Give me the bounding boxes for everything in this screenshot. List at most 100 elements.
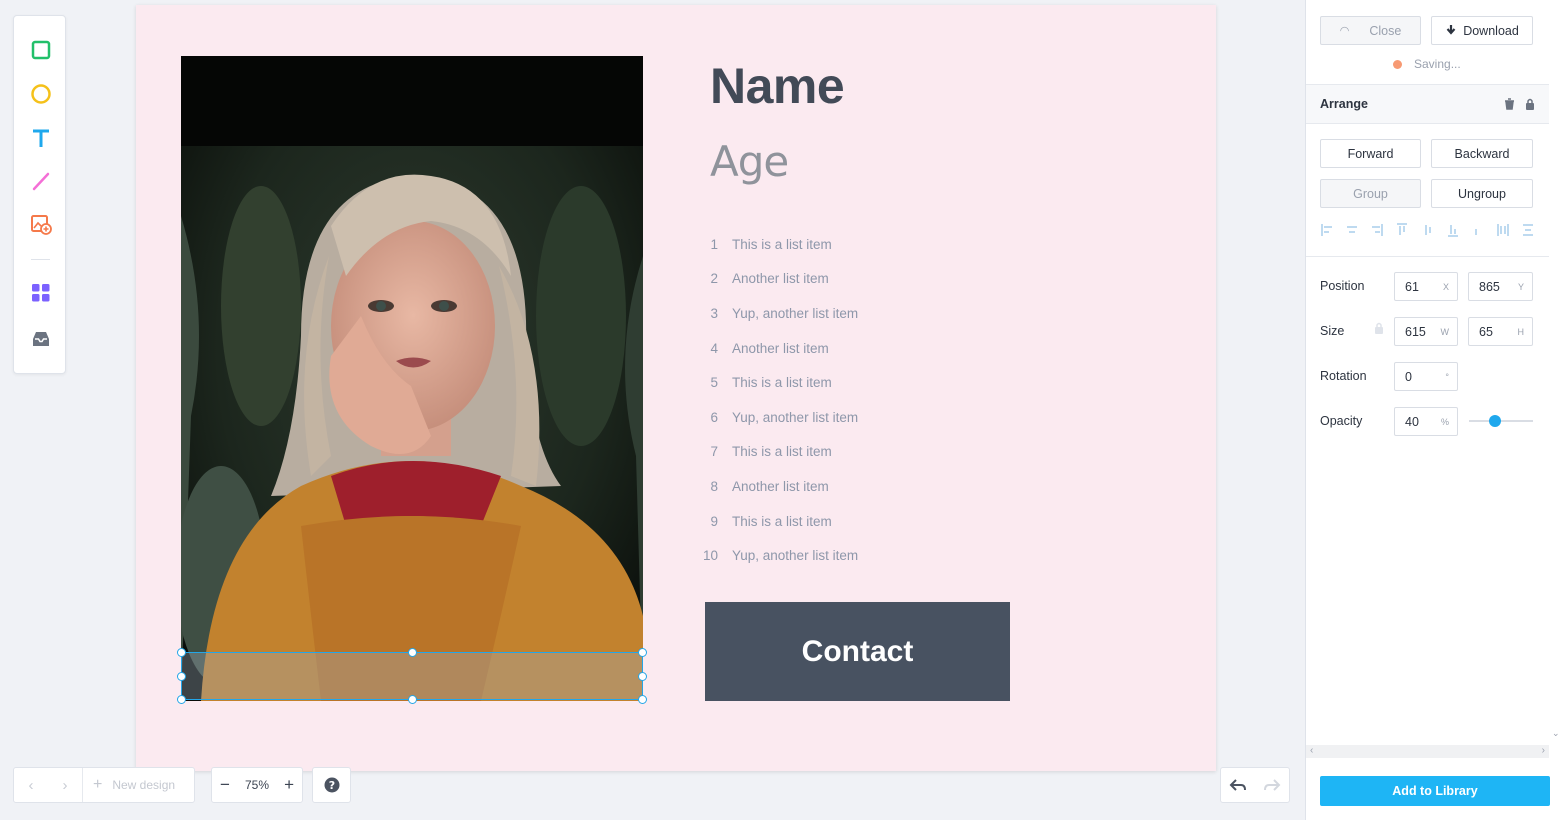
resize-handle-left[interactable]: [177, 672, 186, 681]
resize-handle-top[interactable]: [408, 648, 417, 657]
zoom-level: 75%: [244, 778, 270, 792]
new-design-label: New design: [112, 778, 176, 792]
list-item-number: 6: [710, 409, 718, 425]
download-button[interactable]: Download: [1431, 16, 1533, 45]
scroll-left-icon[interactable]: ‹: [1310, 745, 1313, 756]
position-x-value: 61: [1405, 279, 1419, 294]
resize-handle-bottom-left[interactable]: [177, 695, 186, 704]
list-item: 1 This is a list item: [696, 227, 956, 262]
resize-handle-top-left[interactable]: [177, 648, 186, 657]
rotation-value: 0: [1405, 369, 1412, 384]
list-item-number: 2: [710, 271, 718, 287]
design-canvas[interactable]: Name Age 1 This is a list item 2 Another li…: [136, 5, 1216, 771]
list-item: 8 Another list item: [696, 469, 956, 504]
panel-vertical-scrollbar[interactable]: ⌄: [1549, 0, 1563, 745]
list-item-text: Yup, another list item: [732, 548, 859, 564]
list-item: 7 This is a list item: [696, 435, 956, 470]
design-nav: ‹ › + New design: [13, 767, 195, 803]
list-item-text: This is a list item: [732, 444, 832, 460]
name-heading[interactable]: Name: [710, 57, 845, 115]
size-height-field[interactable]: 65 H: [1468, 317, 1533, 346]
portrait-photo[interactable]: [181, 56, 643, 701]
align-middle-icon[interactable]: [1421, 222, 1435, 238]
help-button[interactable]: ?: [312, 767, 351, 803]
align-top-icon[interactable]: [1395, 222, 1409, 238]
position-y-field[interactable]: 865 Y: [1468, 272, 1533, 301]
add-to-library-button[interactable]: Add to Library: [1320, 776, 1550, 806]
line-tool[interactable]: [14, 161, 67, 201]
saving-status: Saving...: [1393, 57, 1461, 71]
age-heading[interactable]: Age: [710, 137, 789, 186]
next-design-button[interactable]: ›: [48, 768, 82, 802]
lock-icon[interactable]: [1525, 98, 1535, 110]
selected-rectangle[interactable]: [177, 648, 647, 704]
list-item: 9 This is a list item: [696, 504, 956, 539]
zoom-out-button[interactable]: −: [220, 775, 230, 795]
rectangle-tool[interactable]: [14, 30, 67, 70]
scroll-down-icon[interactable]: ⌄: [1552, 728, 1560, 739]
forward-button[interactable]: Forward: [1320, 139, 1421, 168]
align-left-icon[interactable]: [1320, 222, 1334, 238]
circle-tool[interactable]: [14, 74, 67, 114]
close-label: Close: [1369, 23, 1402, 38]
opacity-slider-knob[interactable]: [1488, 415, 1501, 427]
resize-handle-bottom[interactable]: [408, 695, 417, 704]
list-item-number: 8: [710, 478, 718, 494]
scroll-right-icon[interactable]: ›: [1542, 745, 1545, 756]
list-item: 10 Yup, another list item: [696, 538, 956, 573]
list-item: 5 This is a list item: [696, 365, 956, 400]
new-design-button[interactable]: + New design: [83, 776, 175, 794]
previous-design-button[interactable]: ‹: [14, 768, 48, 802]
rotation-label: Rotation: [1320, 369, 1367, 383]
image-upload-icon: [30, 215, 52, 235]
list-item-text: Another list item: [732, 340, 829, 356]
panel-horizontal-scrollbar[interactable]: ‹ ›: [1306, 745, 1549, 758]
zoom-control: − 75% +: [211, 767, 303, 803]
list-item-number: 9: [710, 513, 718, 529]
resize-handle-top-right[interactable]: [638, 648, 647, 657]
rotation-unit: °: [1445, 371, 1449, 382]
position-label: Position: [1320, 279, 1365, 293]
align-right-icon[interactable]: [1370, 222, 1384, 238]
library-tool[interactable]: [14, 319, 67, 359]
position-x-field[interactable]: 61 X: [1394, 272, 1458, 301]
contact-button[interactable]: Contact: [705, 602, 1010, 701]
saving-label: Saving...: [1414, 57, 1461, 71]
distribute-horizontal-icon[interactable]: [1496, 222, 1510, 238]
zoom-in-button[interactable]: +: [284, 775, 294, 795]
opacity-field[interactable]: 40 %: [1394, 407, 1458, 436]
group-button[interactable]: Group: [1320, 179, 1421, 208]
list-item-text: Yup, another list item: [732, 305, 859, 321]
svg-text:?: ?: [328, 779, 334, 792]
arrange-header: Arrange: [1306, 84, 1549, 124]
resize-handle-bottom-right[interactable]: [638, 695, 647, 704]
close-button[interactable]: ◠ Close: [1320, 16, 1421, 45]
opacity-slider[interactable]: [1469, 415, 1533, 427]
align-bottom-icon[interactable]: [1446, 222, 1460, 238]
elements-tool[interactable]: [14, 273, 67, 313]
trash-icon[interactable]: [1504, 98, 1515, 110]
inbox-icon: [32, 332, 49, 346]
panel-divider: [1306, 256, 1549, 257]
distribute-vertical-icon[interactable]: [1471, 222, 1485, 238]
aspect-lock-icon[interactable]: [1374, 322, 1384, 334]
undo-icon[interactable]: [1229, 778, 1247, 792]
align-center-icon[interactable]: [1345, 222, 1359, 238]
chevron-right-icon: ›: [62, 776, 68, 794]
ungroup-button[interactable]: Ungroup: [1431, 179, 1533, 208]
redo-icon[interactable]: [1263, 778, 1281, 792]
resize-handle-right[interactable]: [638, 672, 647, 681]
text-tool[interactable]: [14, 118, 67, 158]
image-upload-tool[interactable]: [14, 204, 67, 244]
backward-button[interactable]: Backward: [1431, 139, 1533, 168]
plus-icon: +: [93, 776, 103, 793]
size-label: Size: [1320, 324, 1345, 338]
distribute-spacing-icon[interactable]: [1521, 222, 1535, 238]
status-dot-icon: [1393, 59, 1402, 69]
size-width-field[interactable]: 615 W: [1394, 317, 1458, 346]
alignment-tools: [1320, 222, 1535, 238]
list-item-text: This is a list item: [732, 236, 832, 252]
numbered-list[interactable]: 1 This is a list item 2 Another list item 3 Y…: [696, 227, 956, 573]
rotation-field[interactable]: 0 °: [1394, 362, 1458, 391]
list-item-text: This is a list item: [732, 513, 832, 529]
